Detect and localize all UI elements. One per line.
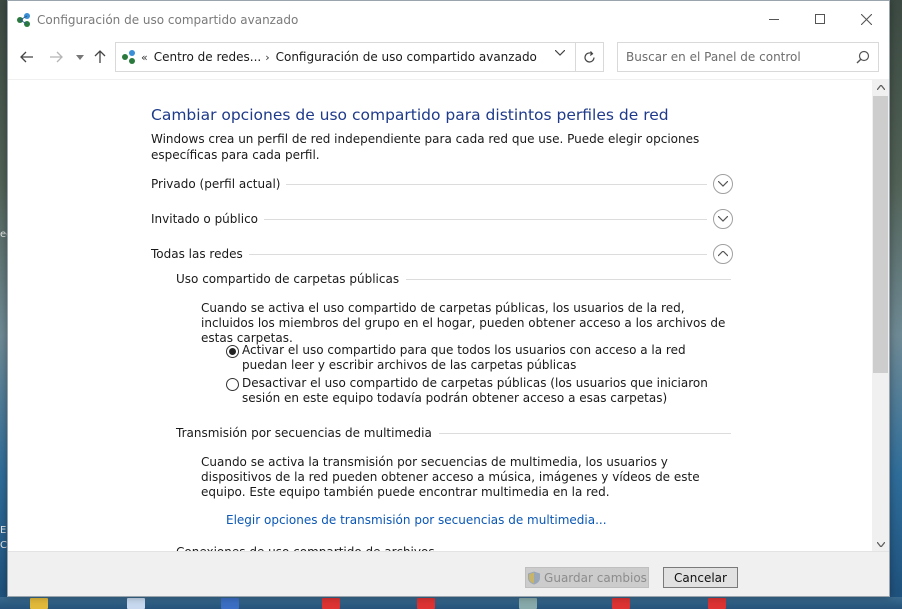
collapse-button[interactable] [713,244,733,264]
profile-section-all-networks[interactable]: Todas las redes [151,244,733,264]
window-title: Configuración de uso compartido avanzado [37,13,299,27]
profile-section-guest[interactable]: Invitado o público [151,209,733,229]
vertical-scrollbar[interactable] [872,79,889,553]
navigation-bar: « Centro de redes... › Configuración de … [8,39,889,75]
desktop-file-icon [519,598,537,609]
profile-section-private[interactable]: Privado (perfil actual) [151,174,733,194]
desktop-file-icon [708,598,726,609]
desktop-bottom-strip [0,597,902,609]
arrow-up-icon [94,50,106,63]
desktop-file-icon [221,598,239,609]
search-icon[interactable] [856,50,870,64]
desktop-file-icon [417,598,435,609]
content-area: Cambiar opciones de uso compartido para … [8,79,874,553]
media-streaming-options-link[interactable]: Elegir opciones de transmisión por secue… [226,513,607,527]
network-center-icon [17,13,30,27]
public-folder-description: Cuando se activa el uso compartido de ca… [201,301,726,345]
desktop-file-icon [322,598,340,609]
save-changes-label: Guardar cambios [544,570,647,585]
profile-label: Invitado o público [151,212,259,226]
arrow-right-icon [50,51,63,63]
close-icon [860,13,872,25]
network-center-icon [122,50,135,64]
maximize-icon [815,14,825,24]
save-changes-button[interactable]: Guardar cambios [525,567,649,588]
minimize-button[interactable] [751,1,797,37]
up-button[interactable] [91,48,109,66]
expand-button[interactable] [713,209,733,229]
chevron-up-icon [718,251,728,257]
search-input[interactable]: Buscar en el Panel de control [617,42,879,72]
forward-button[interactable] [47,48,65,66]
divider [264,218,707,220]
breadcrumb-item-network-center[interactable]: Centro de redes... [154,50,261,64]
arrow-left-icon [20,51,33,63]
radio-button[interactable] [226,345,239,358]
chevron-down-icon [876,542,885,547]
radio-label[interactable]: Desactivar el uso compartido de carpetas… [242,376,731,406]
cancel-button[interactable]: Cancelar [663,567,738,588]
chevron-down-icon [76,54,84,60]
chevron-down-icon[interactable] [555,50,565,56]
divider [248,253,707,255]
refresh-button[interactable] [575,43,603,71]
breadcrumb-overflow[interactable]: « [141,51,148,64]
back-button[interactable] [18,48,36,66]
chevron-up-icon [876,85,885,90]
subsection-title: Transmisión por secuencias de multimedia [176,426,432,440]
scroll-thumb[interactable] [873,96,888,373]
expand-button[interactable] [713,174,733,194]
desktop-folder-icon [30,598,48,609]
breadcrumb-separator: › [265,50,270,64]
intro-text: Windows crea un perfil de red independie… [151,132,700,162]
radio-label[interactable]: Activar el uso compartido para que todos… [242,343,731,373]
profile-label: Privado (perfil actual) [151,177,281,191]
footer-bar: Guardar cambios Cancelar [8,551,889,596]
search-placeholder: Buscar en el Panel de control [626,50,801,64]
desktop-file-icon [127,598,145,609]
breadcrumb-item-advanced-sharing[interactable]: Configuración de uso compartido avanzado [276,50,537,64]
desktop-file-icon [612,598,630,609]
title-bar[interactable]: Configuración de uso compartido avanzado [8,1,889,39]
maximize-button[interactable] [797,1,843,37]
public-sharing-off-option[interactable]: Desactivar el uso compartido de carpetas… [226,376,731,406]
page-title: Cambiar opciones de uso compartido para … [151,106,669,124]
divider [286,183,707,185]
radio-button[interactable] [226,378,239,391]
public-sharing-on-option[interactable]: Activar el uso compartido para que todos… [226,343,731,373]
divider [406,278,731,280]
public-folder-sharing-heading: Uso compartido de carpetas públicas [176,270,731,288]
scroll-up-button[interactable] [872,79,889,96]
chevron-down-icon [718,181,728,187]
divider [438,432,731,434]
address-bar[interactable]: « Centro de redes... › Configuración de … [115,42,604,72]
control-panel-window: Configuración de uso compartido avanzado… [7,0,890,597]
minimize-icon [769,18,779,20]
media-streaming-heading: Transmisión por secuencias de multimedia [176,424,731,442]
media-streaming-description: Cuando se activa la transmisión por secu… [201,455,700,499]
desktop-edge-text: E [0,525,7,536]
desktop-edge-text: C [0,540,7,551]
chevron-down-icon [718,216,728,222]
close-button[interactable] [843,1,889,37]
subsection-title: Uso compartido de carpetas públicas [176,272,400,286]
profile-label: Todas las redes [151,247,243,261]
recent-locations-button[interactable] [71,48,89,66]
cancel-label: Cancelar [674,570,727,585]
uac-shield-icon [528,571,541,584]
refresh-icon [584,50,595,63]
